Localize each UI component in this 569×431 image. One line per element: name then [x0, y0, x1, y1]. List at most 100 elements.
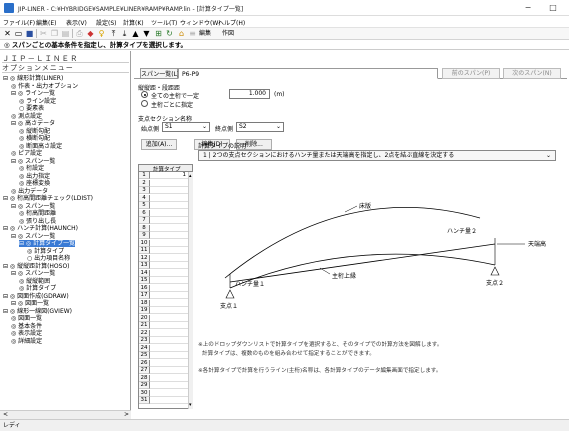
- grid-cell[interactable]: [150, 292, 188, 299]
- menu-window[interactable]: ウィンドウ(W): [180, 18, 221, 27]
- tree-item[interactable]: ⊟ ◎ 図面一覧: [11, 300, 49, 307]
- tree-item[interactable]: ◎ 計算タイプ: [19, 285, 56, 292]
- tree-item[interactable]: ⊟ ◎ スパン一覧: [11, 233, 55, 240]
- tree-item[interactable]: ⊟ ◎ 桁高間距離チェック(LDIST): [3, 195, 93, 202]
- tree-item[interactable]: ◎ 縦縦範囲: [19, 278, 50, 285]
- menu-file[interactable]: ファイル(F): [3, 18, 35, 27]
- tree-item[interactable]: ◎ 出力指定: [19, 173, 50, 180]
- tree-item[interactable]: ◎ 計算タイプ: [27, 248, 64, 255]
- tree-item[interactable]: ⊟ ◎ 線形一線図(GVIEW): [3, 308, 72, 315]
- tree-item[interactable]: ⊟ ◎ 計算タイプ一覧: [19, 240, 76, 247]
- spacing-input[interactable]: 1.000: [229, 89, 270, 99]
- palette-icon[interactable]: ◆: [86, 29, 95, 38]
- draw-toolbar-button[interactable]: 作図: [222, 29, 234, 38]
- scroll-left-icon[interactable]: <: [3, 411, 8, 418]
- tab-span-list[interactable]: スパン一覧(L): [140, 68, 179, 79]
- tree-item[interactable]: ⊟ ◎ スパン一覧: [11, 270, 55, 277]
- move-bottom-icon[interactable]: ⤓: [120, 29, 129, 38]
- grid-icon[interactable]: ⊞: [154, 29, 163, 38]
- grid-cell[interactable]: [150, 239, 188, 247]
- menu-help[interactable]: ヘルプ(H): [218, 18, 245, 27]
- bulb-icon[interactable]: ♀: [97, 29, 106, 38]
- grid-cell[interactable]: [150, 179, 188, 187]
- move-up-icon[interactable]: ▲: [131, 29, 140, 38]
- add-button[interactable]: 追加(A)...: [141, 139, 177, 150]
- grid-vertical-scrollbar[interactable]: [188, 172, 193, 409]
- tree-item[interactable]: ◎ 縦断勾配: [19, 128, 50, 135]
- scroll-down-icon[interactable]: ▾: [189, 402, 192, 408]
- tree-item[interactable]: ◎ 桁高間距離: [19, 210, 56, 217]
- grid-cell[interactable]: [150, 352, 188, 359]
- grid-cell[interactable]: [150, 232, 188, 239]
- grid-cell[interactable]: [150, 374, 188, 382]
- save-icon[interactable]: ■: [25, 29, 34, 38]
- radio-all-girders[interactable]: [141, 91, 148, 98]
- grid-cell[interactable]: [150, 314, 188, 322]
- grid-cell[interactable]: [150, 217, 188, 224]
- tree-item[interactable]: ◎ ピア設定: [11, 150, 42, 157]
- tree-item[interactable]: ◎ 測点設定: [11, 113, 42, 120]
- grid-cell[interactable]: [150, 337, 188, 344]
- minimize-button[interactable]: −: [518, 2, 538, 14]
- grid-cell[interactable]: [150, 224, 188, 232]
- edit-toolbar-button[interactable]: 編集: [199, 29, 211, 38]
- grid-cell[interactable]: [150, 284, 188, 292]
- menu-edit[interactable]: 編集(E): [36, 18, 56, 27]
- tree-item[interactable]: ○ 要素表: [19, 105, 44, 112]
- prev-span-button[interactable]: 前のスパン(P): [442, 68, 500, 79]
- scroll-right-icon[interactable]: >: [124, 411, 129, 418]
- cut-icon[interactable]: ✂: [39, 29, 48, 38]
- grid-cell[interactable]: [150, 329, 188, 337]
- tree-item[interactable]: ⊟ ◎ スパン一覧: [11, 158, 55, 165]
- menu-tools[interactable]: ツール(T): [151, 18, 177, 27]
- grid-cell[interactable]: [150, 262, 188, 269]
- move-down-icon[interactable]: ▼: [142, 29, 151, 38]
- menu-calculate[interactable]: 計算(K): [123, 18, 144, 27]
- horizontal-scrollbar[interactable]: [0, 410, 131, 419]
- tree-item[interactable]: ◎ 横断勾配: [19, 135, 50, 142]
- tree-item[interactable]: ◎ 詳細設定: [11, 338, 42, 345]
- tree-item[interactable]: ⊟ ◎ 高さデータ: [11, 120, 55, 127]
- tree-item[interactable]: ◎ 図面一覧: [11, 315, 42, 322]
- start-side-select[interactable]: S1 ⌄: [162, 122, 210, 132]
- grid-cell[interactable]: [150, 322, 188, 329]
- menu-settings[interactable]: 設定(S): [96, 18, 117, 27]
- grid-cell[interactable]: [150, 254, 188, 262]
- tree-item[interactable]: ○ 出力項目名称: [27, 255, 70, 262]
- radio-each-girder[interactable]: [141, 100, 148, 107]
- scroll-up-icon[interactable]: ▴: [189, 173, 192, 179]
- tree-item[interactable]: ◎ 出力データ: [11, 188, 48, 195]
- grid-cell[interactable]: [150, 269, 188, 277]
- tree-item[interactable]: ⊟ ◎ ハンチ計算(HAUNCH): [3, 225, 78, 232]
- tree-item[interactable]: ⊟ ◎ 線形計算(LINER): [3, 75, 63, 82]
- copy-icon[interactable]: ❐: [50, 29, 59, 38]
- maximize-button[interactable]: □: [543, 2, 563, 14]
- list-icon[interactable]: ≡: [188, 29, 197, 38]
- grid-cell[interactable]: [150, 344, 188, 352]
- grid-cell[interactable]: [150, 194, 188, 202]
- move-top-icon[interactable]: ⤒: [109, 29, 118, 38]
- menu-view[interactable]: 表示(V): [66, 18, 87, 27]
- open-folder-icon[interactable]: ▭: [14, 29, 23, 38]
- tree-item[interactable]: ◎ 断面高さ設定: [19, 143, 62, 150]
- end-side-select[interactable]: S2 ⌄: [236, 122, 284, 132]
- tree-item[interactable]: ◎ 座標変換: [19, 180, 50, 187]
- grid-cell[interactable]: [150, 389, 188, 397]
- tree-item[interactable]: ⊟ ◎ 図面作成(GDRAW): [3, 293, 69, 300]
- grid-cell[interactable]: [150, 382, 188, 389]
- tree-item[interactable]: ⊟ ◎ ライン一覧: [11, 90, 55, 97]
- tab-current-span[interactable]: P6-P9: [178, 68, 438, 79]
- grid-cell[interactable]: [150, 277, 188, 284]
- grid-cell[interactable]: [150, 209, 188, 217]
- tree-item[interactable]: ◎ 基本条件: [11, 323, 42, 330]
- grid-cell[interactable]: [150, 367, 188, 374]
- grid-cell[interactable]: [150, 299, 188, 307]
- paste-icon[interactable]: ▤: [61, 29, 70, 38]
- close-icon[interactable]: ✕: [3, 29, 12, 38]
- grid-cell[interactable]: [150, 202, 188, 209]
- next-span-button[interactable]: 次のスパン(N): [503, 68, 561, 79]
- tree-item[interactable]: ⊟ ◎ 縦縦距計算(HOSO): [3, 263, 70, 270]
- tree-item[interactable]: ◎ ライン設定: [19, 98, 56, 105]
- grid-cell[interactable]: [150, 397, 188, 404]
- refresh-icon[interactable]: ↻: [165, 29, 174, 38]
